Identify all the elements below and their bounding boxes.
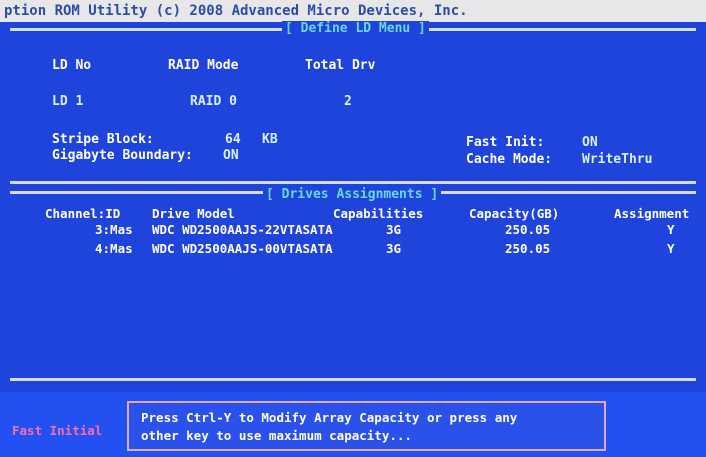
drive-capacity: 250.05 bbox=[505, 241, 551, 256]
drive-model: WDC WD2500AAJS-00VTASATA bbox=[152, 241, 333, 256]
title-text: ption ROM Utility (c) 2008 Advanced Micr… bbox=[4, 3, 468, 19]
total-drv-value[interactable]: 2 bbox=[344, 94, 352, 109]
drive-assignment[interactable]: Y bbox=[667, 241, 675, 256]
drive-channel: 4:Mas bbox=[95, 241, 133, 256]
drives-section-top-border-1 bbox=[10, 181, 696, 184]
col-assignment: Assignment bbox=[614, 206, 690, 221]
col-channel-id: Channel:ID bbox=[45, 206, 121, 221]
drive-capability: 3G bbox=[386, 241, 402, 256]
drive-capability: 3G bbox=[386, 222, 402, 237]
header-raid-mode: RAID Mode bbox=[168, 58, 239, 73]
drive-row[interactable]: 3:Mas WDC WD2500AAJS-22VTASATA 3G 250.05… bbox=[0, 222, 706, 238]
fast-init-value[interactable]: ON bbox=[582, 135, 598, 150]
fast-init-label: Fast Init: bbox=[466, 135, 545, 150]
drive-channel: 3:Mas bbox=[95, 222, 133, 237]
bios-screen: ption ROM Utility (c) 2008 Advanced Micr… bbox=[0, 0, 706, 457]
drive-model: WDC WD2500AAJS-22VTASATA bbox=[152, 222, 333, 237]
stripe-block-value[interactable]: 64 bbox=[225, 132, 241, 147]
capacity-prompt-box: Press Ctrl-Y to Modify Array Capacity or… bbox=[127, 401, 606, 451]
drives-section-bottom-border bbox=[10, 378, 696, 381]
col-capacity: Capacity(GB) bbox=[469, 206, 560, 221]
drive-capacity: 250.05 bbox=[505, 222, 551, 237]
header-ld-no: LD No bbox=[52, 58, 92, 73]
drive-row[interactable]: 4:Mas WDC WD2500AAJS-00VTASATA 3G 250.05… bbox=[0, 241, 706, 257]
stripe-block-label: Stripe Block: bbox=[52, 132, 154, 147]
title-bar: ption ROM Utility (c) 2008 Advanced Micr… bbox=[0, 0, 706, 22]
stripe-block-unit: KB bbox=[262, 132, 278, 147]
header-total-drv: Total Drv bbox=[305, 58, 376, 73]
prompt-line-1: Press Ctrl-Y to Modify Array Capacity or… bbox=[141, 410, 518, 425]
prompt-line-2: other key to use maximum capacity... bbox=[141, 428, 412, 443]
gigabyte-boundary-label: Gigabyte Boundary: bbox=[52, 148, 193, 163]
cache-mode-value[interactable]: WriteThru bbox=[582, 152, 652, 167]
cache-mode-label: Cache Mode: bbox=[466, 152, 553, 167]
fast-initial-status: Fast Initial bbox=[12, 423, 103, 438]
raid-mode-value[interactable]: RAID 0 bbox=[190, 94, 237, 109]
col-capabilities: Capabilities bbox=[333, 206, 424, 221]
define-menu-title: [ Define LD Menu ] bbox=[282, 21, 429, 36]
drives-section-title: [ Drives Assignments ] bbox=[263, 187, 442, 202]
gigabyte-boundary-value[interactable]: ON bbox=[223, 148, 239, 163]
col-drive-model: Drive Model bbox=[152, 206, 235, 221]
ld-no-value[interactable]: LD 1 bbox=[52, 94, 83, 109]
drive-assignment[interactable]: Y bbox=[667, 222, 675, 237]
